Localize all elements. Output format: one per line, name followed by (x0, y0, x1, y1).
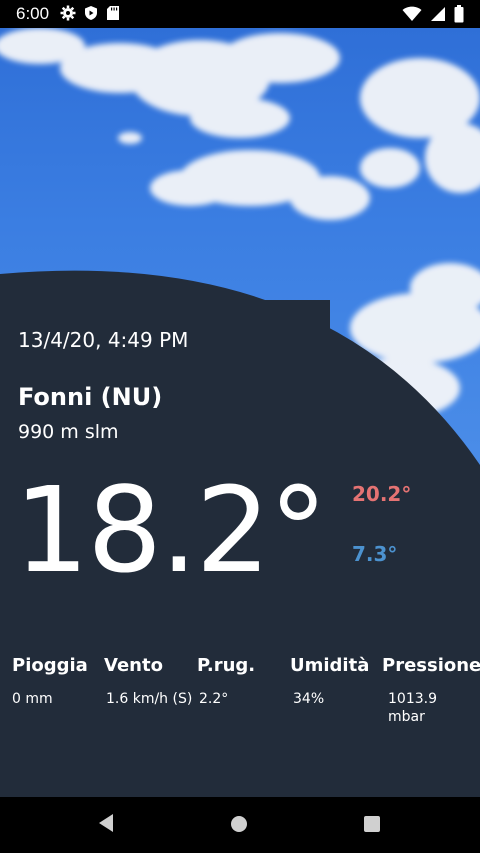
humidity-value: 34% (293, 691, 325, 707)
pressure-label: Pressione (382, 655, 480, 676)
pressure-value: 1013.9 mbar (388, 691, 437, 725)
recents-icon[interactable] (363, 815, 381, 837)
observation-datetime: 13/4/20, 4:49 PM (18, 328, 189, 352)
play-protect-icon (83, 5, 99, 25)
wind-label: Vento (104, 655, 163, 676)
rain-label: Pioggia (12, 655, 88, 676)
station-altitude: 990 m slm (18, 421, 119, 443)
wifi-icon (402, 6, 422, 26)
min-temperature: 7.3° (352, 542, 398, 566)
rain-value: 0 mm (12, 691, 53, 707)
wind-value: 1.6 km/h (S) (106, 691, 193, 707)
dew-point-value: 2.2° (199, 691, 229, 707)
status-bar: 6:00 (0, 0, 480, 28)
status-time: 6:00 (16, 4, 50, 23)
station-name: Fonni (NU) (18, 383, 163, 411)
current-temperature: 18.2° (14, 461, 328, 599)
home-icon[interactable] (230, 815, 248, 837)
humidity-label: Umidità (290, 655, 370, 676)
max-temperature: 20.2° (352, 482, 412, 506)
battery-icon (454, 5, 464, 27)
status-notification-icons (60, 5, 120, 25)
gear-icon (60, 5, 76, 25)
sd-card-icon (106, 5, 120, 25)
dew-point-label: P.rug. (197, 655, 256, 676)
status-system-icons (402, 5, 464, 27)
cell-signal-icon (430, 6, 446, 26)
back-icon[interactable] (97, 812, 115, 838)
